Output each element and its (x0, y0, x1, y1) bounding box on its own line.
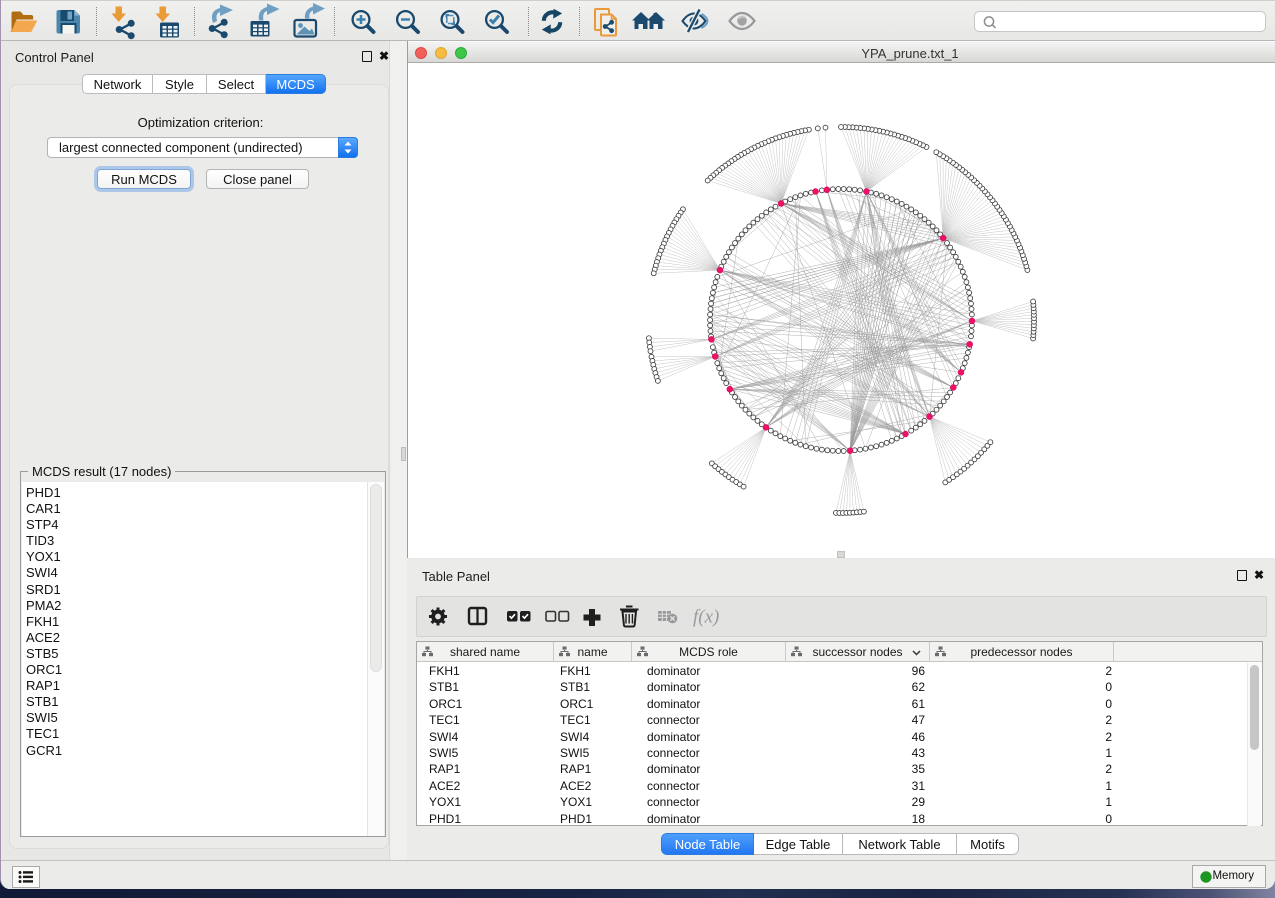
svg-text:f(x): f(x) (693, 607, 719, 628)
